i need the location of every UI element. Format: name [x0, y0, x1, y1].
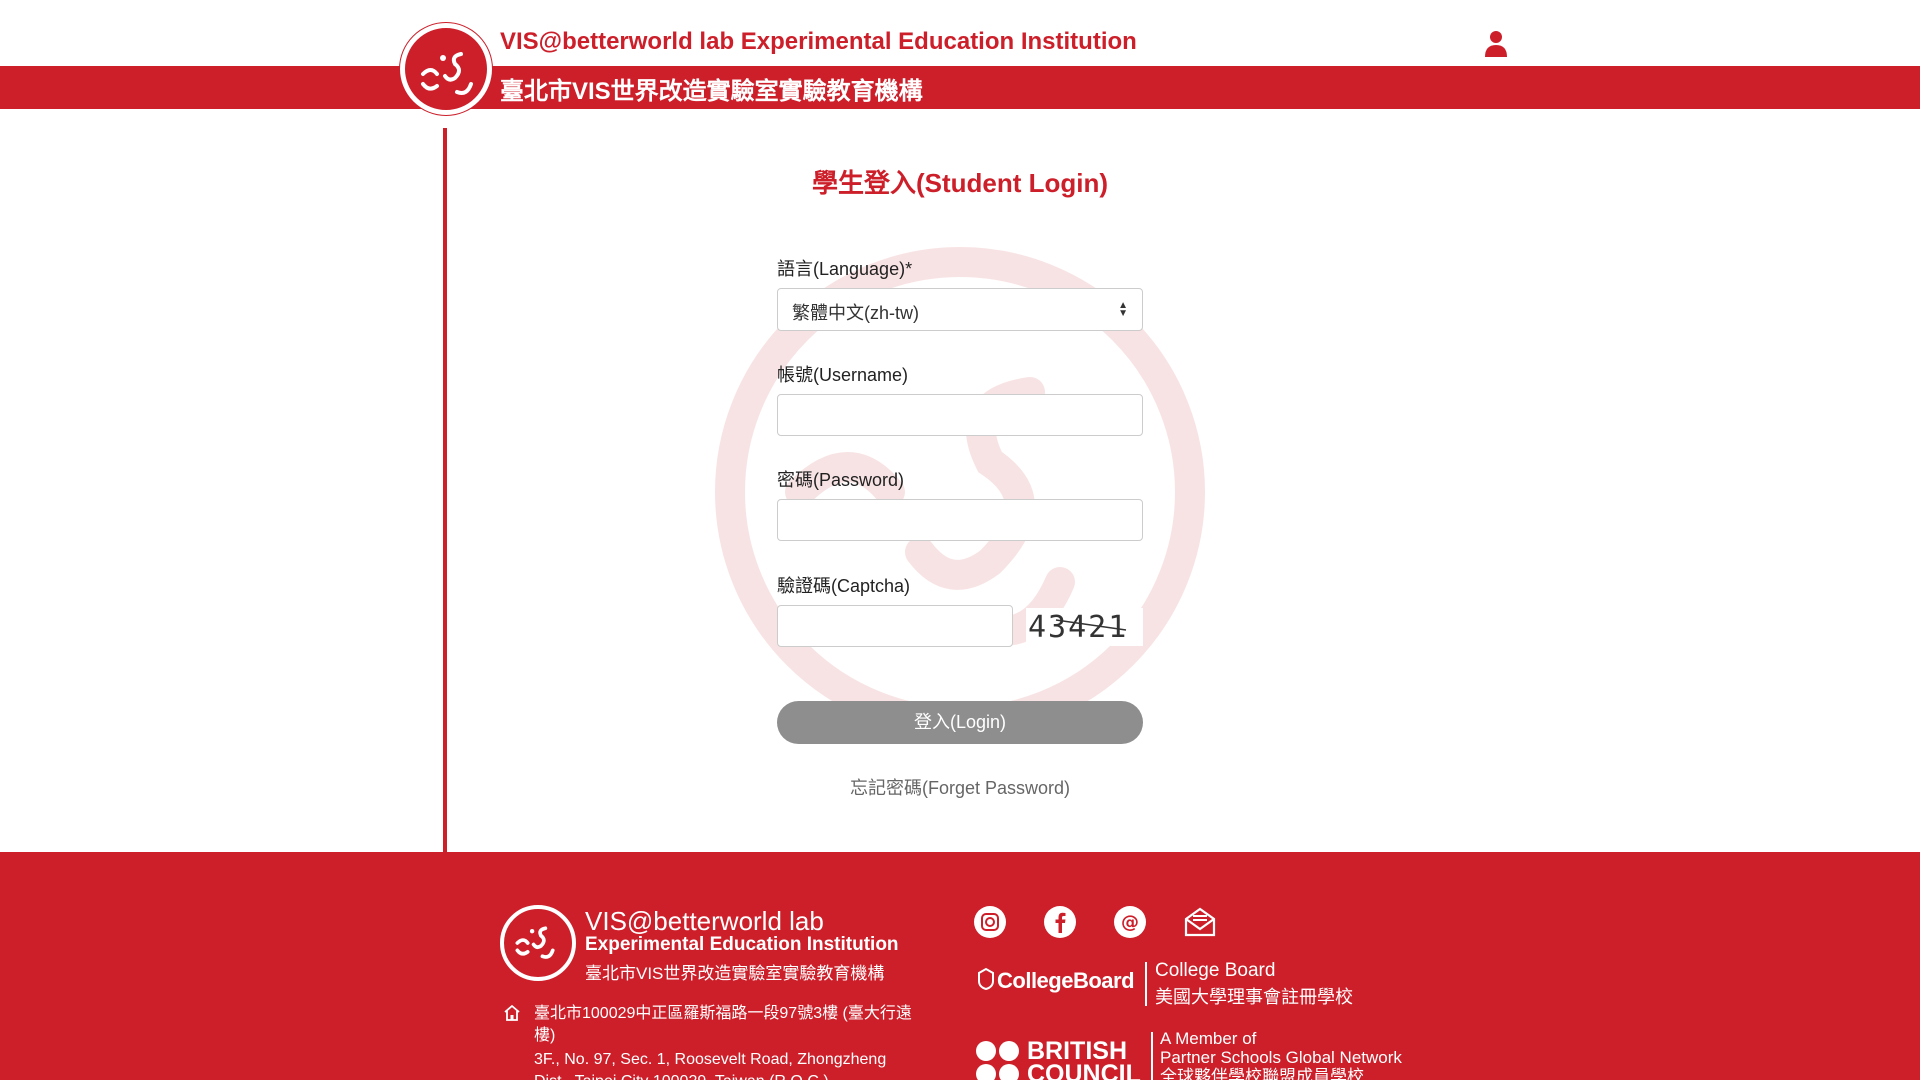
- address-en: 3F., No. 97, Sec. 1, Roosevelt Road, Zho…: [534, 1051, 887, 1080]
- username-label: 帳號(Username): [777, 365, 909, 385]
- footer-subtitle-en: Experimental Education Institution: [585, 934, 899, 955]
- svg-text:@: @: [1121, 912, 1139, 933]
- site-header: VIS@betterworld lab Experimental Educati…: [0, 0, 1920, 115]
- instagram-icon[interactable]: [973, 905, 1007, 939]
- footer-title-en: VIS@betterworld lab: [585, 906, 824, 936]
- language-selected-value: 繁體中文(zh-tw): [792, 303, 919, 323]
- captcha-image[interactable]: 43421: [1026, 608, 1143, 646]
- select-arrows-icon: ▲ ▼: [1118, 300, 1128, 319]
- british-council-logo: BRITISH COUNCIL: [1027, 1037, 1141, 1080]
- collegeboard-subtitle: 美國大學理事會註冊學校: [1155, 987, 1353, 1007]
- logo-face-icon: [421, 52, 473, 95]
- forget-password-link[interactable]: 忘記密碼(Forget Password): [700, 774, 1220, 800]
- mail-icon[interactable]: [1183, 905, 1217, 939]
- page-title: 學生登入(Student Login): [811, 168, 1109, 198]
- header-band: [0, 66, 1920, 109]
- captcha-label: 驗證碼(Captcha): [777, 576, 911, 596]
- language-label: 語言(Language)*: [777, 259, 913, 279]
- collegeboard-title: College Board: [1155, 960, 1276, 981]
- language-select[interactable]: 繁體中文(zh-tw) ▲ ▼: [777, 288, 1143, 331]
- address-zh: 臺北市100029中正區羅斯福路一段97號3樓 (臺大行遠樓): [534, 1005, 912, 1044]
- site-footer: VIS@betterworld lab Experimental Educati…: [0, 852, 1920, 1080]
- password-input[interactable]: [777, 499, 1143, 541]
- captcha-input[interactable]: [777, 605, 1013, 647]
- login-button[interactable]: 登入(Login): [777, 701, 1143, 744]
- user-icon[interactable]: [1484, 30, 1508, 58]
- home-icon: [504, 1004, 520, 1021]
- header-title-en: VIS@betterworld lab Experimental Educati…: [500, 28, 1137, 55]
- divider: [1145, 962, 1147, 1006]
- left-divider: [443, 128, 447, 852]
- logo-face-icon: [515, 926, 555, 959]
- divider: [1151, 1032, 1153, 1080]
- footer-title-zh: 臺北市VIS世界改造實驗室實驗教育機構: [585, 964, 885, 983]
- acorn-icon: [978, 967, 994, 991]
- collegeboard-logo: CollegeBoard: [975, 967, 1135, 994]
- footer-logo[interactable]: [500, 905, 576, 981]
- username-input[interactable]: [777, 394, 1143, 436]
- header-title-zh: 臺北市VIS世界改造實驗室實驗教育機構: [500, 78, 923, 105]
- partner-schools-text: A Member of Partner Schools Global Netwo…: [1160, 1029, 1402, 1080]
- password-label: 密碼(Password): [777, 470, 905, 490]
- facebook-icon[interactable]: [1043, 905, 1077, 939]
- site-logo[interactable]: [400, 23, 492, 115]
- british-council-dots-icon: [976, 1041, 1019, 1080]
- at-icon[interactable]: @: [1113, 905, 1147, 939]
